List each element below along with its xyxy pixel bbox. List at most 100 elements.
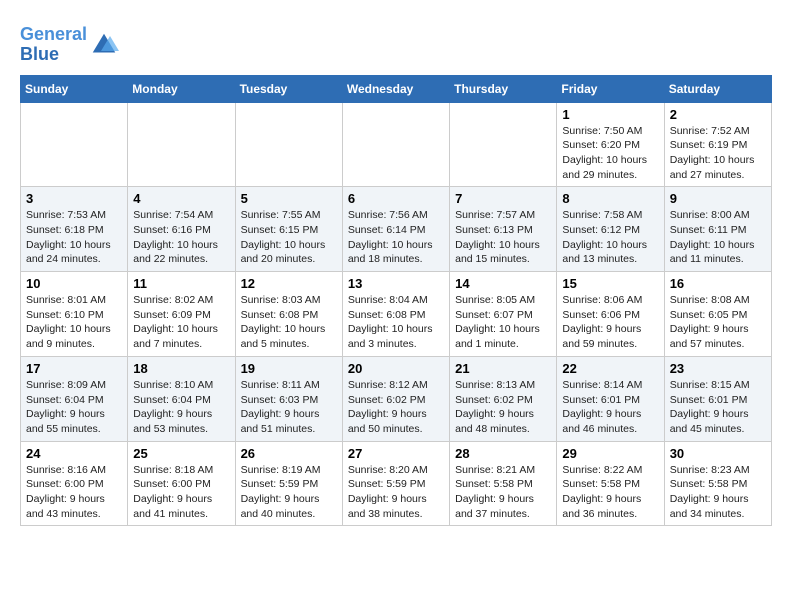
day-number: 30 xyxy=(670,446,766,461)
day-info: Sunrise: 7:56 AMSunset: 6:14 PMDaylight:… xyxy=(348,208,444,267)
calendar-cell: 9 Sunrise: 8:00 AMSunset: 6:11 PMDaylight… xyxy=(664,187,771,272)
day-info: Sunrise: 8:10 AMSunset: 6:04 PMDaylight:… xyxy=(133,378,229,437)
calendar-cell: 4 Sunrise: 7:54 AMSunset: 6:16 PMDaylight… xyxy=(128,187,235,272)
day-number: 14 xyxy=(455,276,551,291)
calendar-cell: 1 Sunrise: 7:50 AMSunset: 6:20 PMDaylight… xyxy=(557,102,664,187)
calendar-cell: 13 Sunrise: 8:04 AMSunset: 6:08 PMDayligh… xyxy=(342,272,449,357)
calendar-cell xyxy=(450,102,557,187)
logo-text: General Blue xyxy=(20,25,87,65)
calendar-cell: 17 Sunrise: 8:09 AMSunset: 6:04 PMDayligh… xyxy=(21,356,128,441)
weekday-header-sunday: Sunday xyxy=(21,75,128,102)
day-info: Sunrise: 8:11 AMSunset: 6:03 PMDaylight:… xyxy=(241,378,337,437)
weekday-header-thursday: Thursday xyxy=(450,75,557,102)
day-info: Sunrise: 7:58 AMSunset: 6:12 PMDaylight:… xyxy=(562,208,658,267)
day-info: Sunrise: 7:50 AMSunset: 6:20 PMDaylight:… xyxy=(562,124,658,183)
calendar-cell: 14 Sunrise: 8:05 AMSunset: 6:07 PMDayligh… xyxy=(450,272,557,357)
weekday-header-tuesday: Tuesday xyxy=(235,75,342,102)
day-info: Sunrise: 8:21 AMSunset: 5:58 PMDaylight:… xyxy=(455,463,551,522)
day-info: Sunrise: 8:16 AMSunset: 6:00 PMDaylight:… xyxy=(26,463,122,522)
calendar-body: 1 Sunrise: 7:50 AMSunset: 6:20 PMDaylight… xyxy=(21,102,772,526)
day-info: Sunrise: 7:54 AMSunset: 6:16 PMDaylight:… xyxy=(133,208,229,267)
day-number: 16 xyxy=(670,276,766,291)
day-info: Sunrise: 8:00 AMSunset: 6:11 PMDaylight:… xyxy=(670,208,766,267)
day-info: Sunrise: 8:03 AMSunset: 6:08 PMDaylight:… xyxy=(241,293,337,352)
calendar-cell: 28 Sunrise: 8:21 AMSunset: 5:58 PMDayligh… xyxy=(450,441,557,526)
calendar-cell: 11Sunrise: 8:02 AMSunset: 6:09 PMDayligh… xyxy=(128,272,235,357)
calendar-week-5: 24Sunrise: 8:16 AMSunset: 6:00 PMDayligh… xyxy=(21,441,772,526)
calendar-cell: 10 Sunrise: 8:01 AMSunset: 6:10 PMDayligh… xyxy=(21,272,128,357)
day-number: 8 xyxy=(562,191,658,206)
day-info: Sunrise: 8:04 AMSunset: 6:08 PMDaylight:… xyxy=(348,293,444,352)
day-number: 2 xyxy=(670,107,766,122)
day-number: 9 xyxy=(670,191,766,206)
day-number: 6 xyxy=(348,191,444,206)
calendar-cell: 7 Sunrise: 7:57 AMSunset: 6:13 PMDaylight… xyxy=(450,187,557,272)
day-number: 27 xyxy=(348,446,444,461)
calendar-cell: 25 Sunrise: 8:18 AMSunset: 6:00 PMDayligh… xyxy=(128,441,235,526)
day-number: 20 xyxy=(348,361,444,376)
logo-icon xyxy=(89,30,119,60)
calendar-cell: 12Sunrise: 8:03 AMSunset: 6:08 PMDayligh… xyxy=(235,272,342,357)
calendar-cell: 2 Sunrise: 7:52 AMSunset: 6:19 PMDaylight… xyxy=(664,102,771,187)
day-info: Sunrise: 8:02 AMSunset: 6:09 PMDaylight:… xyxy=(133,293,229,352)
calendar-cell: 3 Sunrise: 7:53 AMSunset: 6:18 PMDaylight… xyxy=(21,187,128,272)
weekday-header-row: SundayMondayTuesdayWednesdayThursdayFrid… xyxy=(21,75,772,102)
calendar-table: SundayMondayTuesdayWednesdayThursdayFrid… xyxy=(20,75,772,527)
day-number: 13 xyxy=(348,276,444,291)
calendar-cell: 23 Sunrise: 8:15 AMSunset: 6:01 PMDayligh… xyxy=(664,356,771,441)
day-info: Sunrise: 7:55 AMSunset: 6:15 PMDaylight:… xyxy=(241,208,337,267)
day-info: Sunrise: 8:01 AMSunset: 6:10 PMDaylight:… xyxy=(26,293,122,352)
calendar-header: SundayMondayTuesdayWednesdayThursdayFrid… xyxy=(21,75,772,102)
calendar-week-3: 10 Sunrise: 8:01 AMSunset: 6:10 PMDayligh… xyxy=(21,272,772,357)
calendar-cell: 27 Sunrise: 8:20 AMSunset: 5:59 PMDayligh… xyxy=(342,441,449,526)
day-number: 15 xyxy=(562,276,658,291)
calendar-cell: 21Sunrise: 8:13 AMSunset: 6:02 PMDayligh… xyxy=(450,356,557,441)
day-info: Sunrise: 8:13 AMSunset: 6:02 PMDaylight:… xyxy=(455,378,551,437)
day-number: 19 xyxy=(241,361,337,376)
day-info: Sunrise: 7:57 AMSunset: 6:13 PMDaylight:… xyxy=(455,208,551,267)
day-info: Sunrise: 8:09 AMSunset: 6:04 PMDaylight:… xyxy=(26,378,122,437)
day-info: Sunrise: 7:52 AMSunset: 6:19 PMDaylight:… xyxy=(670,124,766,183)
day-info: Sunrise: 8:15 AMSunset: 6:01 PMDaylight:… xyxy=(670,378,766,437)
calendar-cell: 22Sunrise: 8:14 AMSunset: 6:01 PMDayligh… xyxy=(557,356,664,441)
day-info: Sunrise: 8:05 AMSunset: 6:07 PMDaylight:… xyxy=(455,293,551,352)
day-number: 7 xyxy=(455,191,551,206)
day-number: 17 xyxy=(26,361,122,376)
day-number: 22 xyxy=(562,361,658,376)
day-number: 3 xyxy=(26,191,122,206)
calendar-cell: 8 Sunrise: 7:58 AMSunset: 6:12 PMDaylight… xyxy=(557,187,664,272)
calendar-cell: 24Sunrise: 8:16 AMSunset: 6:00 PMDayligh… xyxy=(21,441,128,526)
day-number: 10 xyxy=(26,276,122,291)
calendar-cell: 29 Sunrise: 8:22 AMSunset: 5:58 PMDayligh… xyxy=(557,441,664,526)
day-info: Sunrise: 8:08 AMSunset: 6:05 PMDaylight:… xyxy=(670,293,766,352)
calendar-cell: 20 Sunrise: 8:12 AMSunset: 6:02 PMDayligh… xyxy=(342,356,449,441)
day-number: 29 xyxy=(562,446,658,461)
calendar-week-4: 17 Sunrise: 8:09 AMSunset: 6:04 PMDayligh… xyxy=(21,356,772,441)
calendar-cell: 18Sunrise: 8:10 AMSunset: 6:04 PMDayligh… xyxy=(128,356,235,441)
day-info: Sunrise: 8:19 AMSunset: 5:59 PMDaylight:… xyxy=(241,463,337,522)
day-number: 4 xyxy=(133,191,229,206)
calendar-cell xyxy=(235,102,342,187)
weekday-header-saturday: Saturday xyxy=(664,75,771,102)
day-number: 28 xyxy=(455,446,551,461)
day-info: Sunrise: 7:53 AMSunset: 6:18 PMDaylight:… xyxy=(26,208,122,267)
calendar-cell xyxy=(128,102,235,187)
calendar-week-1: 1 Sunrise: 7:50 AMSunset: 6:20 PMDaylight… xyxy=(21,102,772,187)
day-info: Sunrise: 8:23 AMSunset: 5:58 PMDaylight:… xyxy=(670,463,766,522)
day-info: Sunrise: 8:20 AMSunset: 5:59 PMDaylight:… xyxy=(348,463,444,522)
day-number: 5 xyxy=(241,191,337,206)
calendar-cell: 30 Sunrise: 8:23 AMSunset: 5:58 PMDayligh… xyxy=(664,441,771,526)
weekday-header-monday: Monday xyxy=(128,75,235,102)
calendar-cell: 19 Sunrise: 8:11 AMSunset: 6:03 PMDayligh… xyxy=(235,356,342,441)
day-info: Sunrise: 8:18 AMSunset: 6:00 PMDaylight:… xyxy=(133,463,229,522)
logo: General Blue xyxy=(20,25,119,65)
day-info: Sunrise: 8:12 AMSunset: 6:02 PMDaylight:… xyxy=(348,378,444,437)
day-info: Sunrise: 8:22 AMSunset: 5:58 PMDaylight:… xyxy=(562,463,658,522)
day-number: 1 xyxy=(562,107,658,122)
calendar-cell xyxy=(342,102,449,187)
day-number: 25 xyxy=(133,446,229,461)
calendar-cell xyxy=(21,102,128,187)
day-info: Sunrise: 8:06 AMSunset: 6:06 PMDaylight:… xyxy=(562,293,658,352)
day-number: 23 xyxy=(670,361,766,376)
calendar-cell: 6 Sunrise: 7:56 AMSunset: 6:14 PMDaylight… xyxy=(342,187,449,272)
